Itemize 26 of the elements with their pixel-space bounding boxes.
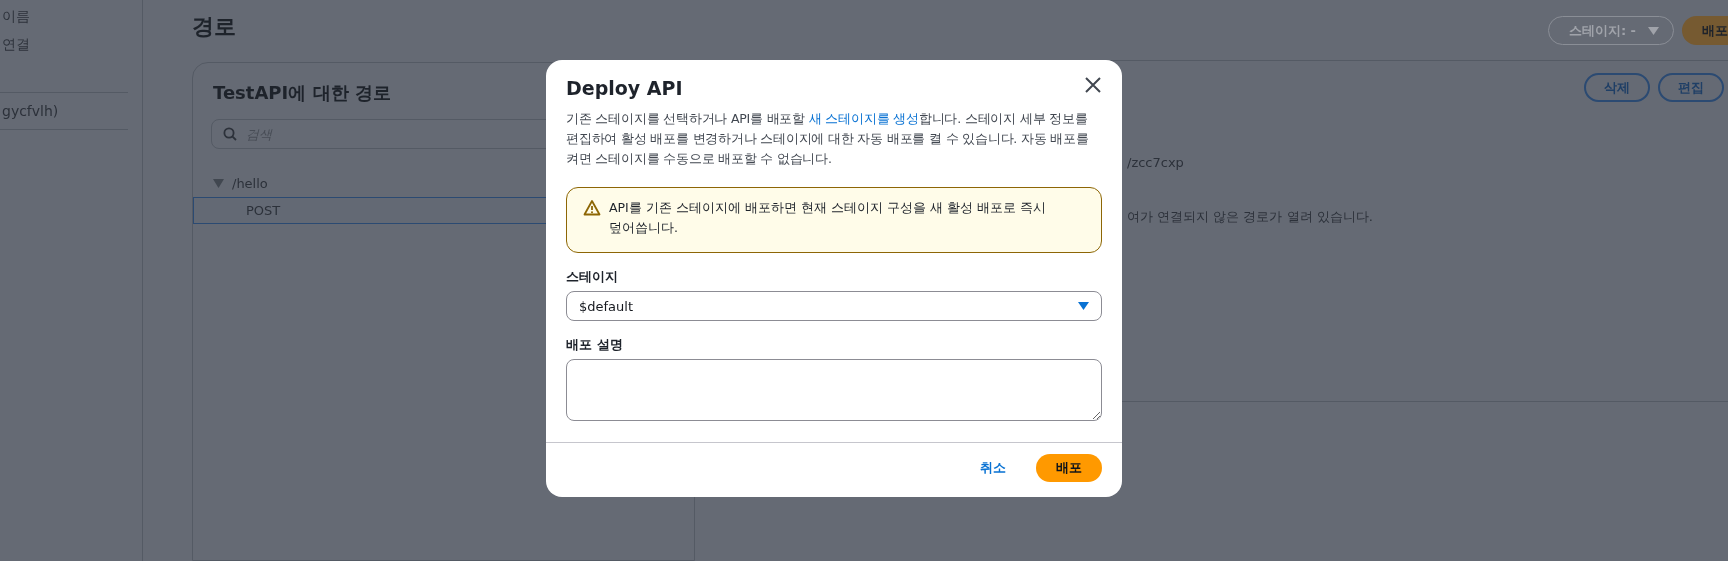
detail-text: 여가 연결되지 않은 경로가 열려 있습니다. [1127, 208, 1373, 226]
caret-icon [1648, 26, 1659, 35]
detail-text: /zcc7cxp [1127, 155, 1184, 170]
caret-icon [1078, 302, 1089, 310]
create-stage-link[interactable]: 새 스테이지를 생성 [808, 111, 919, 126]
deploy-button[interactable]: 배포 [1036, 454, 1102, 482]
tree-item[interactable]: /hello [193, 169, 694, 197]
description-field[interactable] [566, 359, 1102, 421]
dialog-title: Deploy API [566, 76, 683, 99]
caret-icon [213, 178, 224, 188]
sidebar-item[interactable]: 연결 [2, 32, 30, 56]
sidebar-item[interactable]: gycfvlh) [2, 101, 59, 121]
warning-icon [583, 199, 601, 217]
field-label: 배포 설명 [566, 336, 624, 354]
cancel-button[interactable]: 취소 [974, 455, 1012, 481]
search-icon [223, 127, 237, 141]
field-label: 스테이지 [566, 268, 619, 286]
outline-button[interactable]: 삭제 [1584, 73, 1650, 102]
outline-button[interactable]: 편집 [1658, 73, 1724, 102]
page-title: 경로 [192, 13, 237, 41]
stage-select[interactable]: $default [566, 291, 1102, 321]
deploy-button[interactable]: 배포 [1682, 16, 1728, 45]
stage-dropdown[interactable]: 스테이지: - [1547, 16, 1674, 45]
sidebar-item[interactable]: 이름 [2, 4, 30, 28]
card-title: TestAPI에 대한 경로 [213, 81, 391, 105]
tree-item-label: /hello [232, 175, 268, 191]
